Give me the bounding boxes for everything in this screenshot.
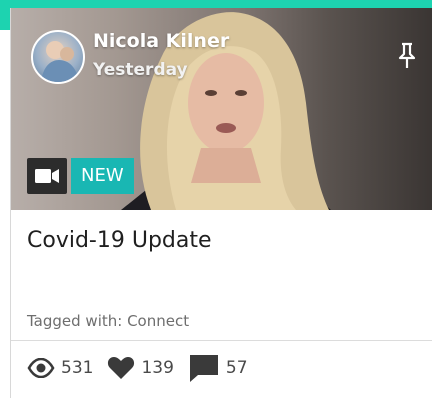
views-count: 531 — [61, 358, 94, 378]
author-avatar[interactable] — [31, 30, 85, 84]
comments-count: 57 — [225, 358, 248, 378]
post-title[interactable]: Covid-19 Update — [27, 228, 212, 253]
video-type-badge — [27, 158, 67, 194]
video-thumbnail[interactable]: Nicola Kilner Yesterday NEW — [11, 8, 432, 210]
post-card[interactable]: Nicola Kilner Yesterday NEW Covid-19 Upd… — [10, 8, 432, 398]
pin-icon[interactable] — [395, 42, 419, 70]
new-badge: NEW — [71, 158, 134, 194]
views-stat: 531 — [27, 358, 93, 378]
likes-stat[interactable]: 139 — [107, 356, 174, 380]
post-stats: 531 139 57 — [27, 352, 262, 384]
post-tags: Tagged with: Connect — [27, 312, 190, 330]
video-camera-icon — [35, 169, 59, 183]
likes-count: 139 — [141, 358, 174, 378]
author-name[interactable]: Nicola Kilner — [93, 30, 229, 52]
card-divider — [11, 340, 432, 341]
comments-stat[interactable]: 57 — [188, 353, 248, 383]
post-timestamp: Yesterday — [93, 60, 188, 80]
comment-icon[interactable] — [188, 353, 220, 383]
eye-icon — [27, 358, 55, 378]
avatar-image — [41, 41, 79, 82]
heart-icon[interactable] — [107, 356, 135, 380]
